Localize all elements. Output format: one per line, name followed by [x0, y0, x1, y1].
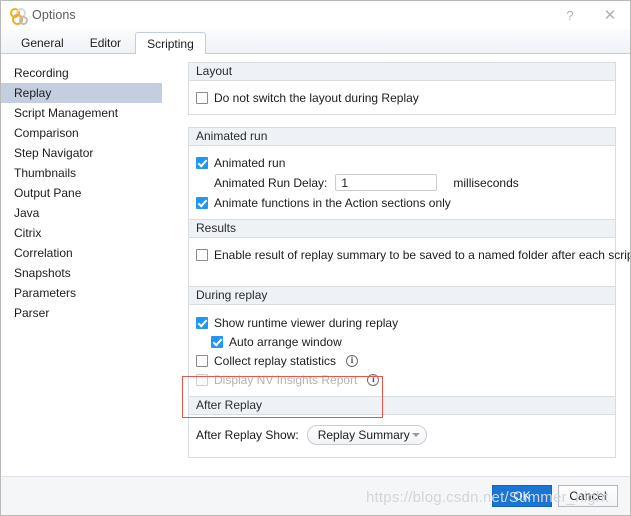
checkbox-row-collect-replay-statistics[interactable]: Collect replay statistics i	[196, 351, 608, 370]
sidebar-item-thumbnails[interactable]: Thumbnails	[1, 163, 162, 183]
group-after-replay-body: After Replay Show: Replay Summary	[189, 415, 615, 457]
group-layout-body: Do not switch the layout during Replay	[189, 81, 615, 114]
settings-pane: Layout Do not switch the layout during R…	[162, 54, 630, 476]
label-animate-action-sections: Animate functions in the Action sections…	[214, 195, 451, 210]
chevron-down-icon	[411, 433, 420, 437]
checkbox-display-nv-insights-report	[196, 373, 208, 386]
after-replay-show-value: Replay Summary	[317, 428, 410, 442]
checkbox-animate-action-sections[interactable]	[196, 196, 208, 209]
close-icon[interactable]: ✕	[590, 1, 630, 29]
sidebar-item-comparison[interactable]: Comparison	[1, 123, 162, 143]
sidebar-item-replay[interactable]: Replay	[1, 83, 162, 103]
tab-scripting[interactable]: Scripting	[135, 32, 206, 54]
group-layout: Layout Do not switch the layout during R…	[188, 62, 616, 115]
group-animated-run-header: Animated run	[189, 128, 615, 146]
group-animated-run: Animated run Animated run Animated Run D…	[188, 127, 630, 458]
checkbox-row-show-runtime-viewer[interactable]: Show runtime viewer during replay	[196, 313, 608, 332]
checkbox-row-do-not-switch-layout[interactable]: Do not switch the layout during Replay	[196, 88, 608, 107]
sidebar-item-parameters[interactable]: Parameters	[1, 283, 162, 303]
label-display-nv-insights-report: Display NV Insights Report	[214, 372, 358, 387]
tab-general[interactable]: General	[9, 32, 76, 53]
label-enable-replay-summary: Enable result of replay summary to be sa…	[214, 247, 630, 262]
checkbox-enable-replay-summary[interactable]	[196, 248, 208, 261]
options-dialog: Options ? ✕ General Editor Scripting Rec…	[0, 0, 631, 516]
label-after-replay-show: After Replay Show:	[196, 428, 299, 442]
help-icon[interactable]: ?	[550, 1, 590, 29]
animated-run-delay-row: Animated Run Delay: milliseconds	[196, 172, 608, 193]
window-controls: ? ✕	[550, 1, 630, 29]
info-icon-collect-replay-statistics[interactable]: i	[346, 354, 359, 367]
dialog-body: Recording Replay Script Management Compa…	[1, 54, 630, 476]
group-layout-header: Layout	[189, 63, 615, 81]
checkbox-row-display-nv-insights-report: Display NV Insights Report i	[196, 370, 608, 389]
label-do-not-switch-layout: Do not switch the layout during Replay	[214, 90, 419, 105]
group-during-replay-header: During replay	[189, 286, 615, 305]
group-after-replay-header: After Replay	[189, 396, 615, 415]
dialog-footer: OK Cancel	[1, 476, 630, 515]
sidebar-item-step-navigator[interactable]: Step Navigator	[1, 143, 162, 163]
cancel-button[interactable]: Cancel	[558, 485, 618, 507]
window-title: Options	[32, 8, 76, 22]
label-animated-run: Animated run	[214, 155, 286, 170]
sidebar-item-correlation[interactable]: Correlation	[1, 243, 162, 263]
group-animated-run-body: Animated run Animated Run Delay: millise…	[189, 146, 615, 219]
animated-run-delay-input[interactable]	[335, 174, 438, 191]
tab-strip: General Editor Scripting	[1, 29, 630, 54]
group-results-header: Results	[189, 219, 615, 238]
after-replay-show-row: After Replay Show: Replay Summary	[196, 423, 608, 447]
sidebar-item-recording[interactable]: Recording	[1, 63, 162, 83]
tab-editor[interactable]: Editor	[78, 32, 133, 53]
checkbox-animated-run[interactable]	[196, 156, 208, 169]
category-sidebar: Recording Replay Script Management Compa…	[1, 54, 162, 476]
group-during-replay-body: Show runtime viewer during replay Auto a…	[189, 305, 615, 396]
checkbox-auto-arrange-window[interactable]	[211, 335, 223, 348]
sidebar-item-parser[interactable]: Parser	[1, 303, 162, 323]
label-show-runtime-viewer: Show runtime viewer during replay	[214, 315, 399, 330]
sidebar-item-snapshots[interactable]: Snapshots	[1, 263, 162, 283]
sidebar-item-citrix[interactable]: Citrix	[1, 223, 162, 243]
group-results-body: Enable result of replay summary to be sa…	[189, 238, 630, 286]
checkbox-row-animated-run[interactable]: Animated run	[196, 153, 608, 172]
label-collect-replay-statistics: Collect replay statistics	[214, 353, 337, 368]
checkbox-row-auto-arrange-window[interactable]: Auto arrange window	[196, 332, 608, 351]
checkbox-collect-replay-statistics[interactable]	[196, 354, 208, 367]
checkbox-do-not-switch-layout[interactable]	[196, 91, 208, 104]
sidebar-item-output-pane[interactable]: Output Pane	[1, 183, 162, 203]
info-icon-display-nv-insights-report[interactable]: i	[367, 373, 380, 386]
ok-button[interactable]: OK	[492, 485, 552, 507]
label-animated-run-delay: Animated Run Delay:	[214, 175, 328, 190]
sidebar-item-script-management[interactable]: Script Management	[1, 103, 162, 123]
sidebar-item-java[interactable]: Java	[1, 203, 162, 223]
checkbox-show-runtime-viewer[interactable]	[196, 316, 208, 329]
checkbox-row-animate-action-sections[interactable]: Animate functions in the Action sections…	[196, 193, 608, 212]
label-milliseconds: milliseconds	[453, 175, 519, 190]
after-replay-show-select[interactable]: Replay Summary	[306, 425, 427, 445]
title-bar: Options ? ✕	[1, 1, 630, 29]
label-auto-arrange-window: Auto arrange window	[229, 334, 342, 349]
vugen-rings-icon	[10, 7, 28, 25]
checkbox-row-enable-replay-summary[interactable]: Enable result of replay summary to be sa…	[196, 245, 630, 264]
